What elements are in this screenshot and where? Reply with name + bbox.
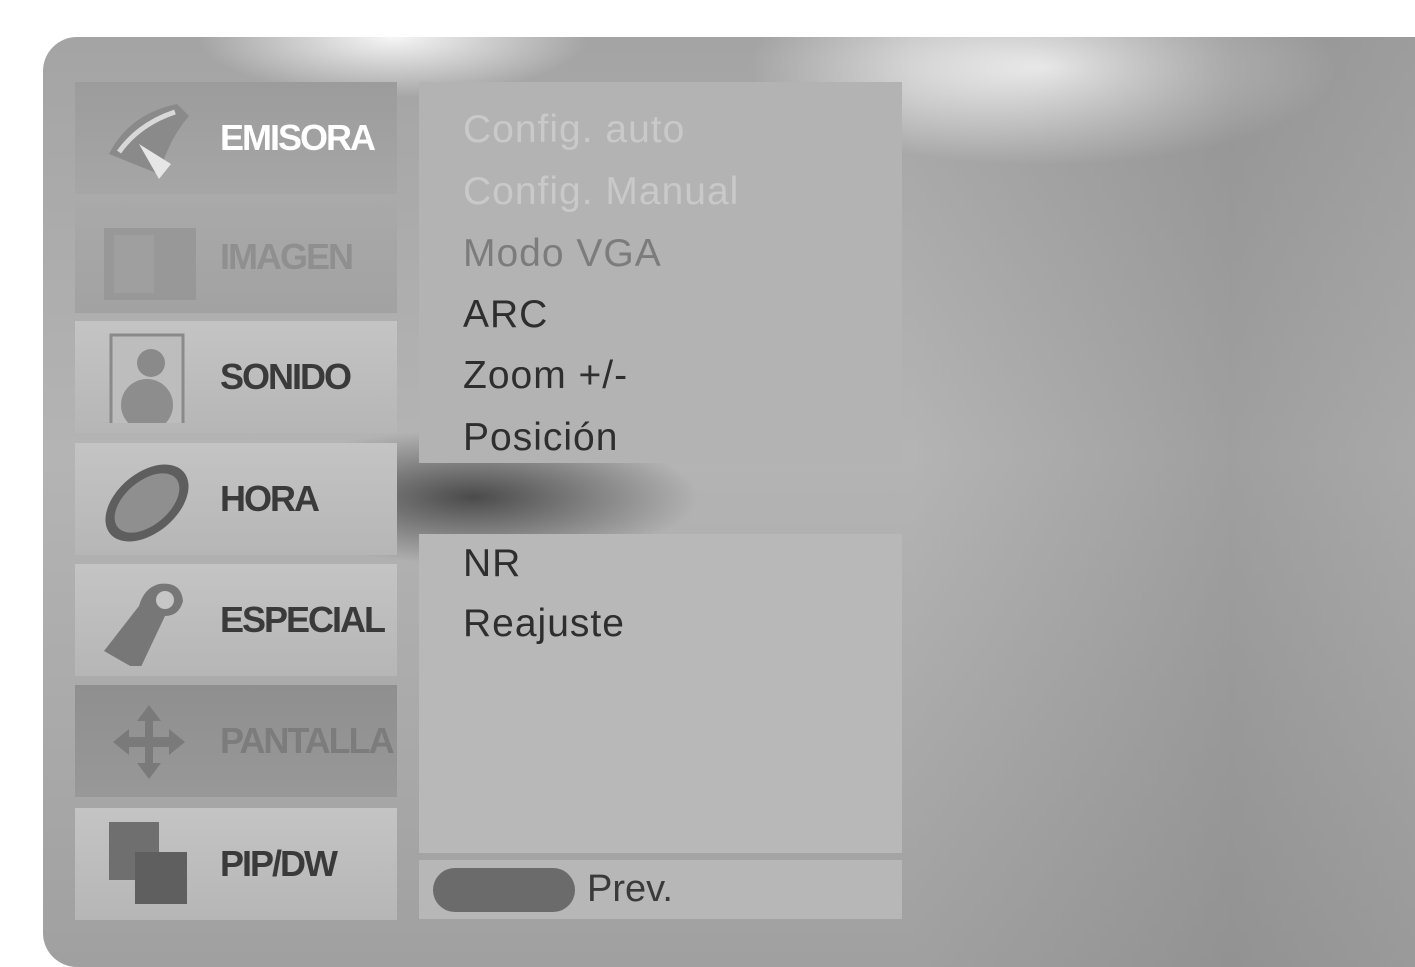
speaker-icon [109,333,185,423]
tag-icon [104,583,183,666]
sidebar-item-label: ESPECIAL [220,599,386,640]
arrows-icon [113,705,185,779]
picture-icon [104,228,196,300]
sidebar-item-especial[interactable]: ESPECIAL [75,564,397,676]
submenu-panel-extra: NR Reajuste [419,534,902,853]
menu-item-zoom[interactable]: Zoom +/- [463,354,628,398]
osd-screen: EMISORA IMAGEN SONIDO HORA ESPECIAL PANT… [43,37,1415,967]
clock-icon [105,464,189,542]
sidebar-item-label: HORA [220,478,320,519]
sidebar-item-pip-dw[interactable]: PIP/DW [75,808,397,920]
sidebar-item-label: IMAGEN [220,236,354,277]
menu-item-posicion[interactable]: Posición [463,416,618,460]
sidebar-item-imagen[interactable]: IMAGEN [75,201,397,313]
sidebar-item-hora[interactable]: HORA [75,443,397,555]
menu-item-nr[interactable]: NR [463,542,521,586]
satellite-dish-icon [109,104,189,179]
footer-bar: Prev. [419,860,902,919]
prev-key-icon[interactable] [433,868,575,912]
submenu-panel: Config. auto Config. Manual Modo VGA ARC… [419,82,902,463]
menu-item-config-manual: Config. Manual [463,170,740,213]
sidebar-item-label: SONIDO [220,356,352,397]
sidebar-item-label: EMISORA [220,117,376,158]
prev-label: Prev. [587,868,673,910]
menu-item-modo-vga: Modo VGA [463,232,662,275]
pip-icon [109,822,187,904]
sidebar-item-emisora[interactable]: EMISORA [75,82,397,194]
sidebar-item-label: PANTALLA [220,720,395,761]
sidebar-item-sonido[interactable]: SONIDO [75,321,397,433]
sidebar-item-label: PIP/DW [220,843,338,884]
menu-item-config-auto: Config. auto [463,108,686,151]
menu-item-reajuste[interactable]: Reajuste [463,602,625,646]
menu-item-arc[interactable]: ARC [463,293,548,337]
sidebar-item-pantalla[interactable]: PANTALLA [75,685,397,797]
